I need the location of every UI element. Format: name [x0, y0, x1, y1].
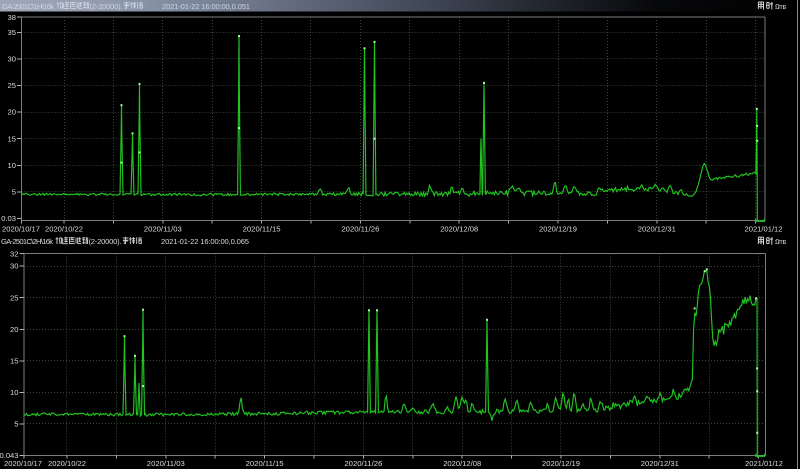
svg-text:2020/10/17: 2020/10/17	[2, 225, 40, 234]
svg-text:GA-2501C\1H\16k: GA-2501C\1H\16k	[2, 2, 54, 11]
svg-text:2020/12/08: 2020/12/08	[440, 225, 478, 234]
svg-text:2020/12/31: 2020/12/31	[641, 459, 679, 468]
svg-text:5: 5	[14, 420, 18, 429]
svg-text:10: 10	[10, 388, 18, 397]
svg-text:(2-20000).: (2-20000).	[89, 237, 122, 246]
svg-text:30: 30	[8, 55, 16, 64]
svg-text::0ms: :0ms	[775, 237, 787, 246]
svg-text:2020/12/31: 2020/12/31	[638, 225, 676, 234]
svg-text:2020/12/19: 2020/12/19	[542, 459, 580, 468]
svg-text:2021/01/12: 2021/01/12	[745, 459, 783, 468]
svg-text:15: 15	[10, 356, 18, 365]
svg-text:0.03: 0.03	[1, 214, 16, 223]
svg-text:2020/10/22: 2020/10/22	[48, 459, 86, 468]
svg-text:2020/11/15: 2020/11/15	[246, 459, 284, 468]
svg-text:25: 25	[8, 81, 16, 90]
svg-text:2020/10/17: 2020/10/17	[4, 459, 42, 468]
svg-text:2020/10/22: 2020/10/22	[45, 225, 83, 234]
svg-text:15: 15	[8, 134, 16, 143]
svg-text:2021-01-22 16:00:00,0.065: 2021-01-22 16:00:00,0.065	[161, 237, 249, 246]
svg-text:2020/11/26: 2020/11/26	[344, 459, 382, 468]
svg-text:2020/11/26: 2020/11/26	[341, 225, 379, 234]
svg-text:10: 10	[8, 161, 16, 170]
svg-text:20: 20	[8, 108, 16, 117]
svg-text:2020/12/19: 2020/12/19	[539, 225, 577, 234]
svg-text::0ms: :0ms	[775, 2, 787, 11]
svg-text:5: 5	[12, 188, 16, 197]
svg-text:30: 30	[10, 262, 18, 271]
svg-text:(2-20000).: (2-20000).	[90, 2, 123, 11]
svg-text:20: 20	[10, 325, 18, 334]
svg-text:35: 35	[8, 28, 16, 37]
svg-text:2020/11/15: 2020/11/15	[243, 225, 281, 234]
svg-text:GA-2501C\2H\16k: GA-2501C\2H\16k	[1, 237, 53, 246]
svg-text:2020/11/03: 2020/11/03	[147, 459, 185, 468]
svg-text:2020/12/08: 2020/12/08	[443, 459, 481, 468]
svg-text:25: 25	[10, 293, 18, 302]
svg-text:32: 32	[10, 249, 18, 258]
svg-text:2021-01-22 16:00:00,0.051: 2021-01-22 16:00:00,0.051	[162, 2, 250, 11]
svg-text:2020/11/03: 2020/11/03	[144, 225, 182, 234]
svg-text:38: 38	[8, 13, 16, 22]
svg-text:2021/01/12: 2021/01/12	[745, 225, 783, 234]
